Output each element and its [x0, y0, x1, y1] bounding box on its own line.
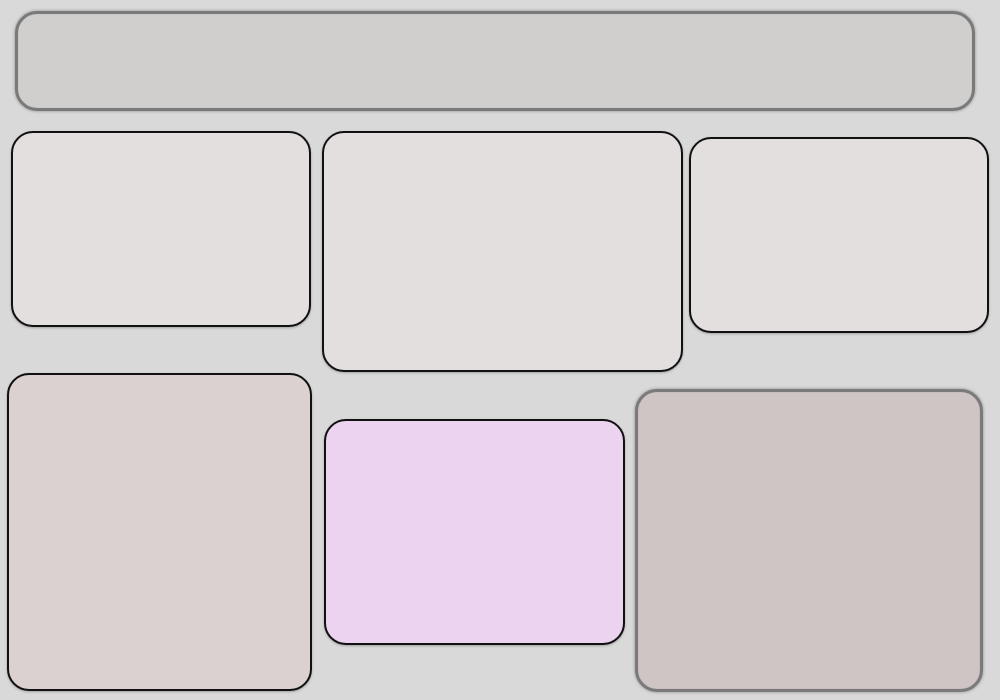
panel-top-left: [11, 131, 311, 327]
panel-top-center: [322, 131, 683, 372]
dashboard-canvas: [0, 0, 1000, 700]
header-bar: [15, 11, 975, 111]
panel-bottom-right: [635, 389, 983, 692]
panel-bottom-center: [324, 419, 625, 645]
panel-top-right: [689, 137, 989, 333]
panel-bottom-left: [7, 373, 312, 691]
